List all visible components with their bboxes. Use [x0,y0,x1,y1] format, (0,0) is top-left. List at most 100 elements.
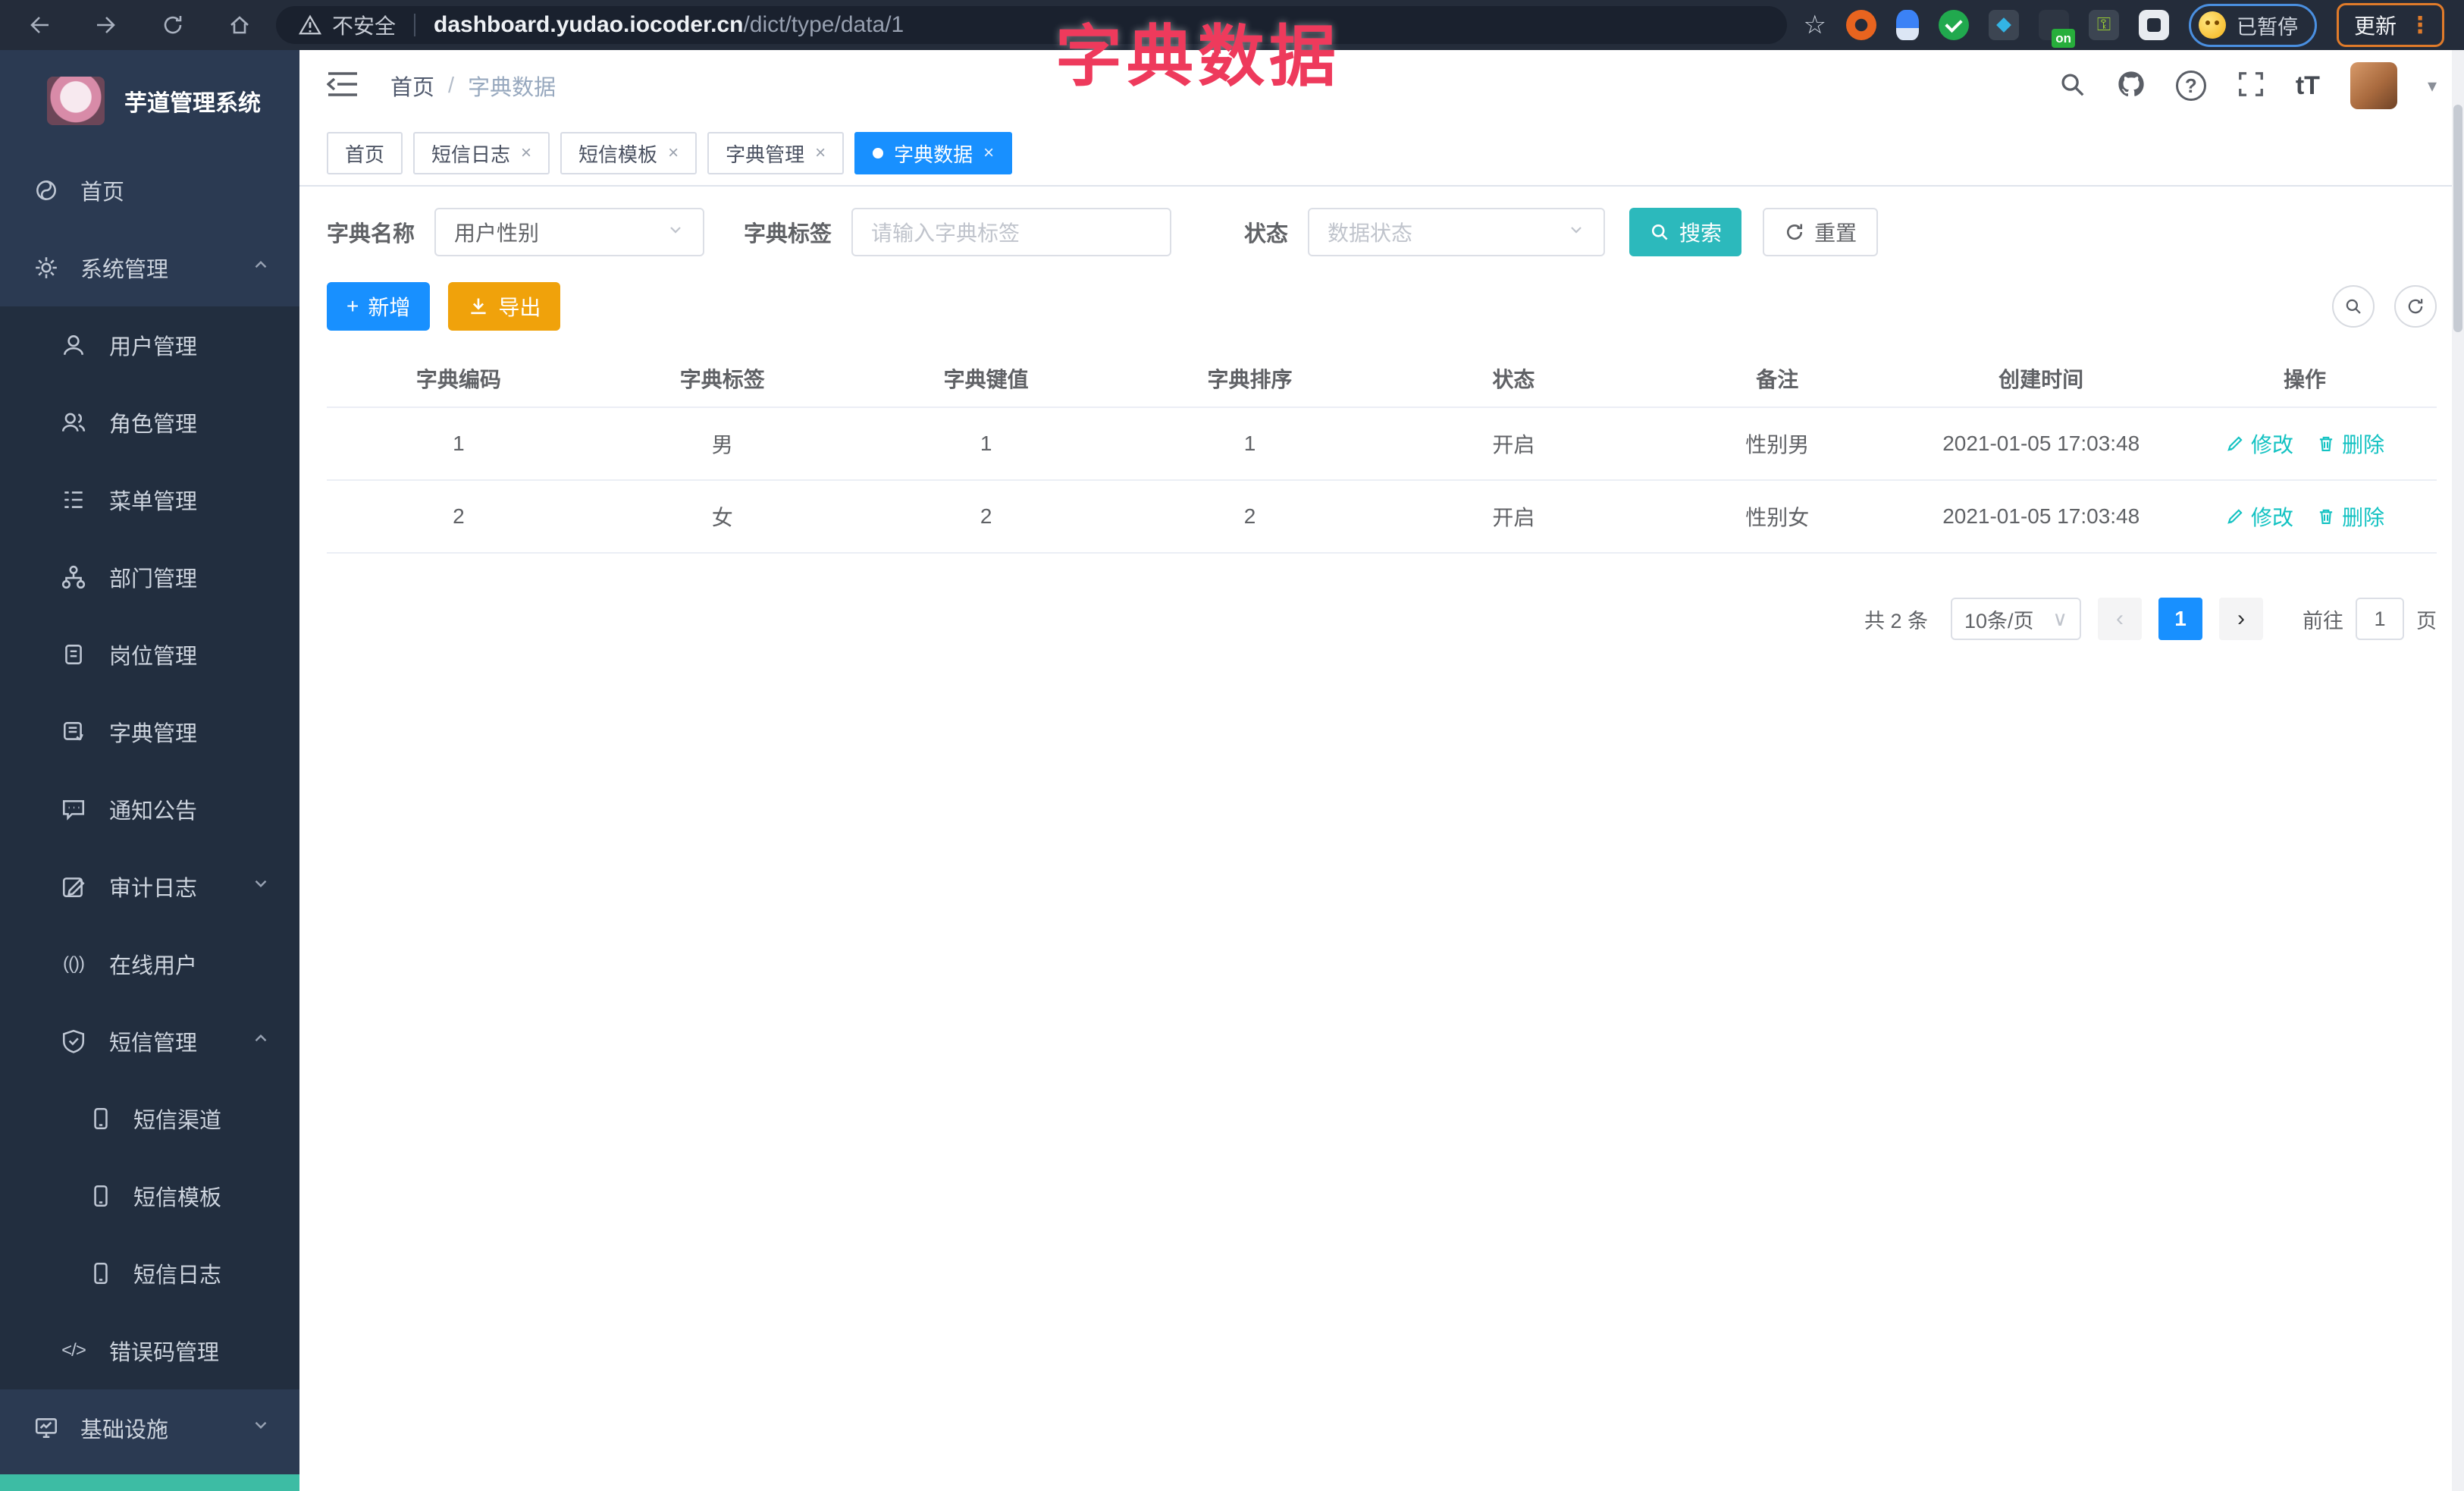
sidebar-item-infrastructure[interactable]: 基础设施 [0,1389,299,1467]
add-button[interactable]: + 新增 [327,282,431,331]
tab-close-icon[interactable]: × [983,143,994,164]
sidebar-item-role-mgmt[interactable]: 角色管理 [0,384,299,461]
tab-dict-data[interactable]: 字典数据 × [854,132,1013,174]
browser-update-button[interactable]: 更新 ⋮ [2336,3,2444,47]
cell-remark: 性别女 [1745,506,1810,529]
export-button[interactable]: 导出 [448,282,561,331]
tabs-bar: 首页 短信日志 × 短信模板 × 字典管理 × 字典数据 × [299,121,2464,187]
shield-check-icon [59,1028,88,1054]
org-tree-icon [59,564,88,590]
cell-remark: 性别男 [1745,433,1810,457]
prev-page-button[interactable]: ‹ [2098,598,2142,640]
sidebar-item-errcode-mgmt[interactable]: </> 错误码管理 [0,1312,299,1389]
address-bar[interactable]: 不安全 dashboard.yudao.iocoder.cn/dict/type… [276,6,1787,44]
chevron-down-icon [251,874,271,899]
cell-dict-label: 女 [711,506,733,529]
profile-paused-chip[interactable]: 已暂停 [2188,3,2317,47]
browser-reload-button[interactable] [159,11,187,39]
tab-close-icon[interactable]: × [815,143,826,164]
edit-link[interactable]: 修改 [2225,428,2293,459]
extension-switch-icon[interactable]: on [2038,10,2075,48]
page-scrollbar[interactable] [2452,50,2464,1491]
cell-status: 开启 [1492,506,1535,529]
sidebar-item-dict-mgmt[interactable]: 字典管理 [0,693,299,771]
dictionary-book-icon [59,719,88,745]
phone-icon [86,1106,115,1132]
filter-form: 字典名称 用户性别 字典标签 请输入字典标签 状态 数据状态 搜索 重置 [299,187,2464,262]
sidebar-item-label: 角色管理 [109,413,198,437]
search-icon[interactable] [2058,70,2086,102]
cell-dict-code: 1 [453,432,465,455]
url-text: dashboard.yudao.iocoder.cn/dict/type/dat… [434,12,904,38]
app-logo[interactable]: 芋道管理系统 [0,50,299,152]
sidebar-item-sms-mgmt[interactable]: 短信管理 [0,1003,299,1080]
add-button-label: 新增 [368,296,411,319]
edit-link[interactable]: 修改 [2225,501,2293,532]
edit-link-label: 修改 [2251,506,2294,529]
sidebar-item-post-mgmt[interactable]: 岗位管理 [0,616,299,693]
tab-home[interactable]: 首页 [327,132,403,174]
sidebar-item-label: 部门管理 [109,567,198,592]
tab-sms-template[interactable]: 短信模板 × [560,132,698,174]
table-row: 2 女 2 2 开启 性别女 2021-01-05 17:03:48 修改 删除 [327,481,2437,554]
sidebar-item-system[interactable]: 系统管理 [0,229,299,306]
search-button[interactable]: 搜索 [1629,208,1742,256]
help-icon[interactable]: ? [2175,71,2206,101]
tab-close-icon[interactable]: × [668,143,679,164]
sidebar-item-menu-mgmt[interactable]: 菜单管理 [0,461,299,538]
code-icon: </> [61,1340,86,1361]
extension-check-icon[interactable] [1938,10,1969,40]
extensions-puzzle-icon[interactable] [2138,10,2169,40]
sidebar-collapse-button[interactable] [326,70,359,102]
scrollbar-thumb[interactable] [2453,105,2462,332]
col-header: 字典键值 [943,368,1029,391]
breadcrumb-current: 字典数据 [468,76,556,100]
extension-key-icon[interactable]: ⚿ [2088,10,2119,40]
avatar-caret-icon[interactable]: ▾ [2428,75,2437,97]
browser-back-button[interactable] [26,11,53,39]
next-page-button[interactable]: › [2219,598,2263,640]
tab-sms-log[interactable]: 短信日志 × [413,132,550,174]
status-select[interactable]: 数据状态 [1308,208,1606,256]
extension-on-badge: on [2052,29,2075,48]
sidebar-item-dept-mgmt[interactable]: 部门管理 [0,538,299,616]
refresh-table-button[interactable] [2394,285,2437,328]
user-avatar[interactable] [2350,62,2397,109]
extension-adblock-icon[interactable] [1845,10,1876,40]
reset-button[interactable]: 重置 [1763,208,1879,256]
sidebar-item-sms-channel[interactable]: 短信渠道 [0,1080,299,1157]
extension-lamp-icon[interactable] [1895,10,1919,40]
page-size-select[interactable]: 10条/页 ∨ [1951,598,2081,640]
sidebar-item-notice[interactable]: 通知公告 [0,771,299,848]
dict-tag-input[interactable]: 请输入字典标签 [851,208,1172,256]
sidebar-item-sms-log[interactable]: 短信日志 [0,1235,299,1312]
tab-dict-mgmt[interactable]: 字典管理 × [707,132,845,174]
dict-name-select[interactable]: 用户性别 [434,208,705,256]
sidebar-item-sms-template[interactable]: 短信模板 [0,1157,299,1235]
sidebar-item-audit-log[interactable]: 审计日志 [0,848,299,925]
tab-close-icon[interactable]: × [521,143,531,164]
github-icon[interactable] [2117,70,2146,102]
browser-home-button[interactable] [226,11,253,39]
sidebar-item-user-mgmt[interactable]: 用户管理 [0,306,299,384]
breadcrumb-home[interactable]: 首页 [390,70,434,102]
export-button-label: 导出 [498,296,541,319]
browser-forward-button[interactable] [92,11,120,39]
search-icon [2346,299,2361,314]
bookmark-star-icon[interactable]: ☆ [1804,10,1826,40]
not-secure-label: 不安全 [332,14,397,38]
sidebar-item-online-users[interactable]: (()) 在线用户 [0,925,299,1003]
delete-link[interactable]: 删除 [2316,501,2384,532]
current-page-button[interactable]: 1 [2158,598,2202,640]
edit-link-label: 修改 [2251,433,2294,457]
sidebar-item-home[interactable]: 首页 [0,152,299,229]
goto-page-input[interactable]: 1 [2356,598,2404,640]
plus-icon: + [346,294,359,318]
browser-menu-icon[interactable]: ⋮ [2409,12,2431,39]
extension-settings-icon[interactable] [1988,10,2019,40]
toggle-search-button[interactable] [2332,285,2375,328]
delete-link[interactable]: 删除 [2316,428,2384,459]
status-label: 状态 [1244,222,1289,246]
font-size-icon[interactable]: tT [2296,71,2320,101]
fullscreen-icon[interactable] [2237,70,2265,102]
